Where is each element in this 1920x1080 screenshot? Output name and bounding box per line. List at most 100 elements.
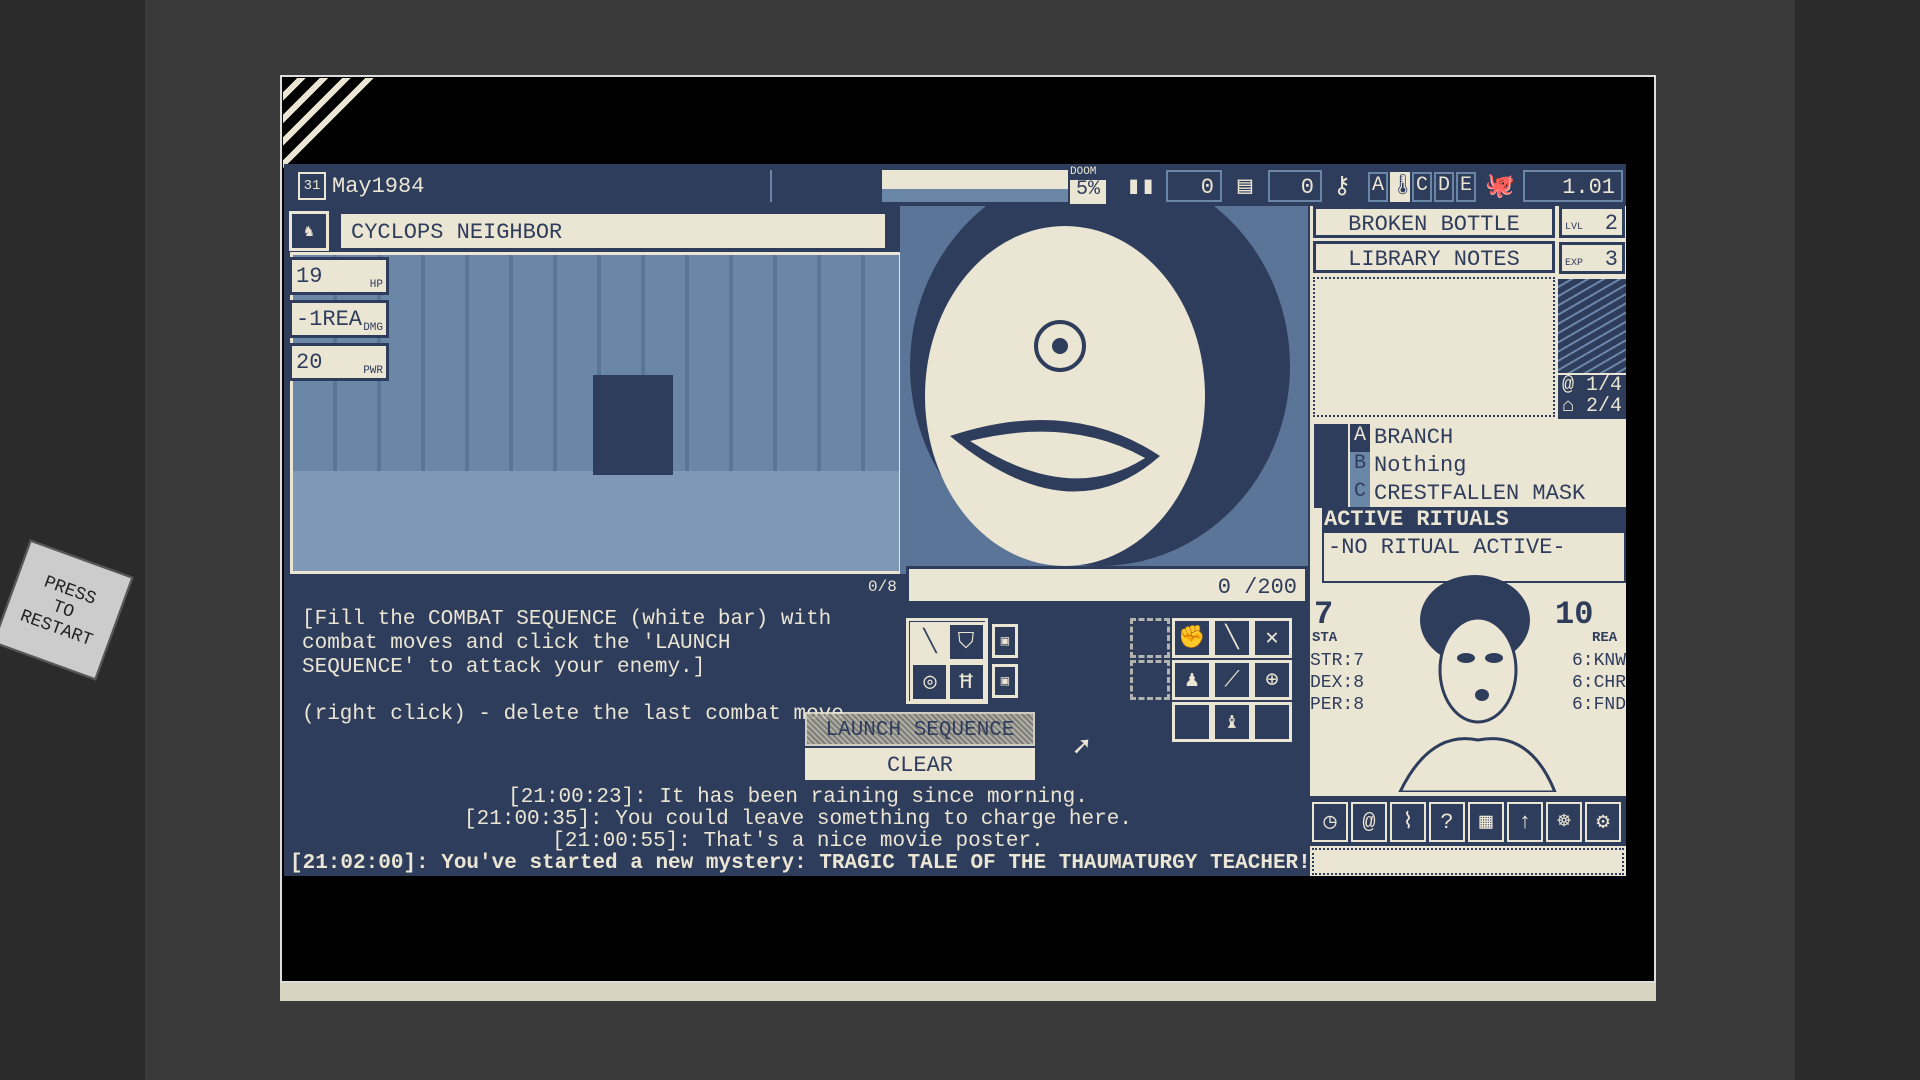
attr-per: PER:8 [1310, 695, 1365, 715]
right-click-hint: (right click) - delete the last combat m… [302, 703, 844, 726]
slot-key: B [1350, 452, 1370, 480]
instruction-line: SEQUENCE' to attack your enemy.] [302, 656, 706, 679]
counter-1: 0 [1166, 170, 1222, 202]
key-d: D [1434, 172, 1454, 202]
move-cross[interactable]: ✕ [1252, 618, 1292, 658]
exp-value: 3 [1604, 247, 1618, 272]
item-broken-bottle[interactable]: BROKEN BOTTLE [1313, 206, 1555, 238]
move-empty[interactable] [1130, 618, 1170, 658]
slot-name: Nothing [1374, 453, 1467, 478]
key-icon: ⚷ [1333, 174, 1351, 201]
attr-str: STR:7 [1310, 651, 1365, 671]
message-bar [1312, 848, 1624, 875]
exp-label: EXP [1565, 258, 1584, 269]
slot-name: CRESTFALLEN MASK [1374, 481, 1586, 506]
clock-icon[interactable]: ◷ [1312, 802, 1348, 842]
divider [770, 170, 772, 202]
move-blade[interactable]: ╲ [1212, 618, 1252, 658]
equipment-slot-a[interactable]: A BRANCH [1350, 424, 1589, 452]
combat-slot-count: 0/8 [868, 578, 897, 596]
move-stance[interactable]: Ħ [946, 662, 986, 702]
launch-sequence-button[interactable]: LAUNCH SEQUENCE [805, 712, 1035, 746]
enemy-hp: 19 HP [289, 257, 389, 295]
date-label: May1984 [332, 174, 425, 199]
spiral-icon: @ [1561, 374, 1586, 397]
reason-value: 10 [1555, 596, 1594, 633]
spells-count: @ 1/4 [1561, 374, 1622, 397]
stamina-label: STA [1312, 630, 1338, 646]
key-a: A [1368, 172, 1388, 202]
restart-sticker[interactable]: PRESS TO RESTART [0, 539, 134, 681]
stats-chart-icon[interactable]: ⌇ [1390, 802, 1426, 842]
lvl-value: 2 [1604, 211, 1618, 236]
corridor-door [593, 375, 673, 475]
equipment-slot-c[interactable]: C CRESTFALLEN MASK [1350, 480, 1589, 508]
move-slash[interactable]: ╲ [910, 622, 950, 662]
move-heal[interactable]: ♝ [1212, 702, 1252, 742]
version-value: 1.01 [1523, 170, 1623, 202]
log-line: [21:00:35]: You could leave something to… [464, 808, 1132, 831]
bottles-icon: ▮▮ [1126, 174, 1156, 201]
key-e: E [1456, 172, 1476, 202]
attr-fnd: 6:FND [1571, 695, 1626, 715]
level-up-icon[interactable]: ↑ [1507, 802, 1543, 842]
move-shield[interactable]: ◎ [910, 662, 950, 702]
dmg-label: DMG [363, 322, 383, 334]
hp-value: 19 [296, 264, 323, 289]
left-attributes: STR:7 DEX:8 PER:8 [1310, 650, 1364, 716]
slot-key: C [1350, 480, 1370, 508]
location-image [1558, 279, 1626, 373]
pwr-value: 20 [296, 350, 323, 375]
move-fist[interactable]: ✊ [1172, 618, 1212, 658]
bag-icon: ⌂ [1561, 395, 1586, 418]
equipment-slot-b[interactable]: B Nothing [1350, 452, 1589, 480]
lvl-label: LVL [1565, 222, 1584, 233]
corridor-floor [293, 471, 899, 571]
doom-label: DOOM [1070, 166, 1097, 178]
dmg-value: -1REA [296, 307, 363, 332]
combat-sequence-bar[interactable]: 0 /200 [906, 566, 1308, 604]
octopus-icon: 🐙 [1485, 174, 1515, 201]
slots-count: ⌂ 2/4 [1561, 395, 1622, 418]
right-attributes: 6:KNW 6:CHR 6:FND [1560, 650, 1626, 716]
attr-chr: 6:CHR [1571, 673, 1626, 693]
log-line: [21:00:23]: It has been raining since mo… [508, 786, 1088, 809]
move-feather[interactable]: ⟋ [1212, 660, 1252, 700]
combat-instructions: [Fill the COMBAT SEQUENCE (white bar) wi… [302, 608, 831, 680]
monitor-bezel-bottom [280, 983, 1656, 1001]
move-empty[interactable] [1172, 702, 1212, 742]
rituals-header: ACTIVE RITUALS [1322, 507, 1626, 531]
log-line: [21:00:55]: That's a nice movie poster. [552, 830, 1044, 853]
mouse-cursor: ➚ [1073, 734, 1090, 765]
reason-label: REA [1592, 630, 1618, 646]
pwr-label: PWR [363, 365, 383, 377]
save-slot-2[interactable]: ▣ [992, 664, 1018, 698]
character-portrait [1398, 575, 1557, 792]
landscape-image [882, 170, 1068, 202]
item-library-notes[interactable]: LIBRARY NOTES [1313, 241, 1555, 273]
enemy-power: 20 PWR [289, 343, 389, 381]
hp-label: HP [369, 279, 383, 291]
key-letters: A 🌡 C D E [1368, 172, 1476, 202]
move-guard[interactable]: ⛉ [946, 622, 986, 662]
doom-value: 5% [1070, 180, 1106, 204]
slot-name: BRANCH [1374, 425, 1454, 450]
enemy-damage: -1REA DMG [289, 300, 389, 338]
instruction-line: combat moves and click the 'LAUNCH [302, 632, 731, 655]
city-map-icon[interactable]: ▦ [1468, 802, 1504, 842]
clear-button[interactable]: CLEAR [805, 748, 1035, 780]
move-target[interactable]: ⊕ [1252, 660, 1292, 700]
old-god-icon[interactable]: ☸ [1546, 802, 1582, 842]
move-empty[interactable] [1130, 660, 1170, 700]
move-dodge[interactable]: ♟ [1172, 660, 1212, 700]
key-c: C [1412, 172, 1432, 202]
stamina-value: 7 [1314, 596, 1334, 633]
equipment-list: A BRANCH B Nothing C CRESTFALLEN MASK [1350, 424, 1589, 508]
spells-icon[interactable]: @ [1351, 802, 1387, 842]
log-line-mystery: [21:02:00]: You've started a new mystery… [290, 852, 1311, 875]
settings-gear-icon[interactable]: ⚙ [1585, 802, 1621, 842]
key-b-thermometer: 🌡 [1390, 172, 1415, 202]
save-slot-1[interactable]: ▣ [992, 624, 1018, 658]
move-empty[interactable] [1252, 702, 1292, 742]
mystery-icon[interactable]: ? [1429, 802, 1465, 842]
